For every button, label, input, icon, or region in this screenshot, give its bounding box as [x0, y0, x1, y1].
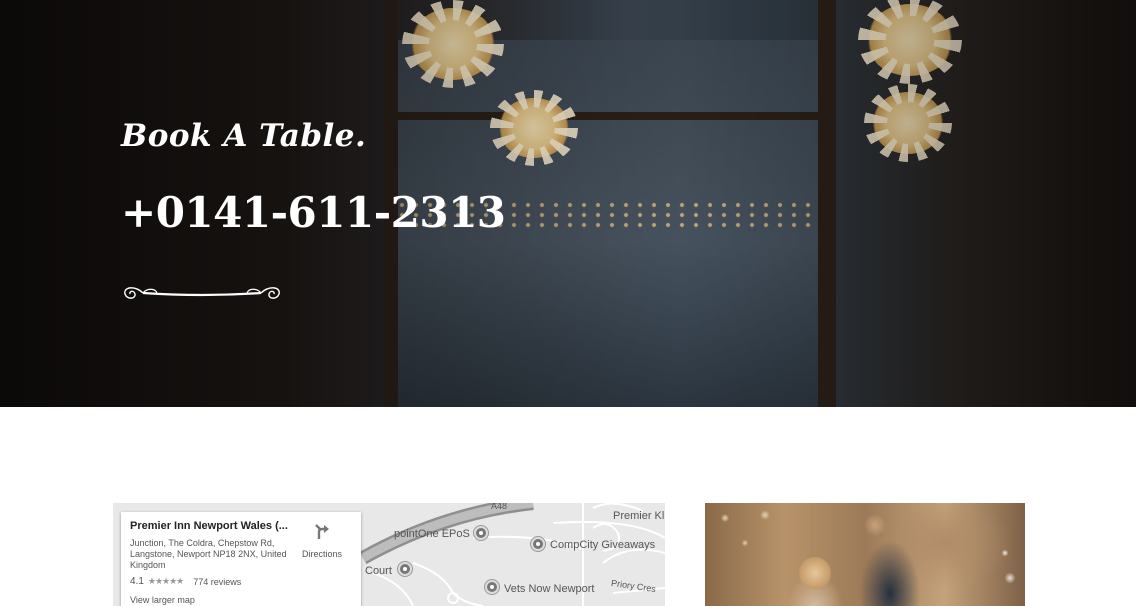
- hero-title: Book A Table.: [121, 118, 367, 154]
- restaurant-photo: [705, 503, 1025, 606]
- map-label-court: Court: [365, 565, 392, 577]
- map-rating-value: 4.1: [130, 576, 144, 587]
- map-rating-stars: ★★★★★: [147, 576, 184, 586]
- book-table-hero: Book A Table. +0141-611-2313: [0, 0, 1136, 407]
- directions-label: Directions: [301, 549, 342, 559]
- map-reviews-link[interactable]: 774 reviews: [193, 577, 241, 587]
- hero-phone-number[interactable]: +0141-611-2313: [121, 188, 506, 237]
- view-larger-map-link[interactable]: View larger map: [130, 595, 352, 605]
- map-pin-icon[interactable]: [531, 537, 545, 551]
- map-place-name: Premier Inn Newport Wales (...: [130, 520, 288, 532]
- map-label-pointone: pointOne EPoS: [394, 528, 470, 540]
- map-label-premier: Premier Kl: [613, 510, 665, 522]
- map-info-card: Premier Inn Newport Wales (... Junction,…: [121, 512, 361, 606]
- map-pin-icon[interactable]: [485, 580, 499, 594]
- directions-icon: [315, 524, 329, 539]
- directions-button[interactable]: Directions: [297, 522, 347, 559]
- map-place-address: Junction, The Coldra, Chepstow Rd, Langs…: [130, 538, 287, 570]
- map-label-road: A48: [491, 503, 508, 511]
- map-label-vets: Vets Now Newport: [504, 583, 595, 595]
- photo-bokeh: [705, 503, 1025, 606]
- map-pin-icon[interactable]: [398, 562, 412, 576]
- map-place-rating: 4.1 ★★★★★ 774 reviews: [130, 576, 352, 587]
- map-pin-icon[interactable]: [474, 526, 488, 540]
- ornament-divider-icon: [124, 287, 280, 299]
- location-map[interactable]: A48 Premier Kl pointOne EPoS CompCity Gi…: [113, 503, 665, 606]
- map-label-compcity: CompCity Giveaways: [550, 539, 656, 551]
